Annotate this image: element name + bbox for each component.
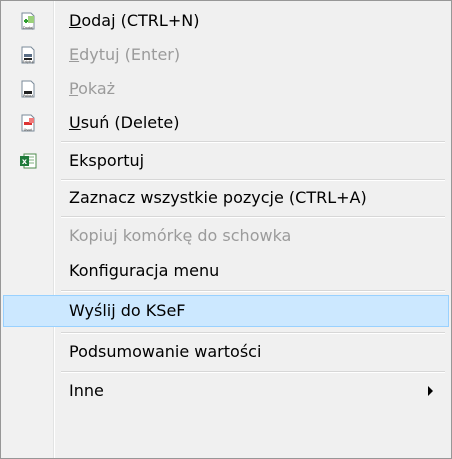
- svg-text:Usuń: Usuń: [24, 128, 33, 132]
- svg-text:Pokaż: Pokaż: [23, 94, 33, 98]
- menu-item-label: Zaznacz wszystkie pozycje (CTRL+A): [69, 188, 367, 207]
- document-edit-icon: Edytuj: [21, 46, 35, 64]
- document-view-icon: Pokaż: [21, 80, 35, 98]
- menu-item-label: Dodaj (CTRL+N): [69, 4, 199, 38]
- context-menu: Dodaj Dodaj (CTRL+N) Edytuj Edytuj (Ente…: [0, 0, 452, 459]
- menu-item-wyslij-do-ksef[interactable]: Wyślij do KSeF: [1, 294, 451, 328]
- label-text: dytuj (Enter): [79, 45, 181, 64]
- menu-item-usun[interactable]: Usuń Usuń (Delete): [1, 106, 451, 140]
- menu-item-eksportuj[interactable]: x Eksportuj: [1, 144, 451, 178]
- svg-text:Dodaj: Dodaj: [23, 26, 33, 30]
- menu-item-label: Edytuj (Enter): [69, 38, 180, 72]
- document-add-icon: Dodaj: [21, 12, 35, 30]
- menu-item-label: Konfiguracja menu: [69, 261, 220, 280]
- menu-item-label: Eksportuj: [69, 151, 145, 170]
- menu-separator: [61, 371, 445, 373]
- label-text: okaż: [78, 79, 116, 98]
- accelerator-key: U: [69, 113, 81, 132]
- menu-item-label: Inne: [69, 381, 104, 400]
- menu-item-zaznacz-wszystkie[interactable]: Zaznacz wszystkie pozycje (CTRL+A): [1, 181, 451, 215]
- menu-item-podsumowanie-wartosci[interactable]: Podsumowanie wartości: [1, 335, 451, 369]
- menu-item-label: Pokaż: [69, 72, 115, 106]
- accelerator-key: P: [69, 79, 79, 98]
- svg-text:x: x: [22, 157, 28, 166]
- menu-item-label: Wyślij do KSeF: [69, 301, 186, 320]
- menu-separator: [61, 332, 445, 334]
- document-delete-icon: Usuń: [21, 114, 35, 132]
- menu-separator: [61, 216, 445, 218]
- excel-export-icon: x: [20, 153, 37, 169]
- menu-item-inne[interactable]: Inne: [1, 374, 451, 408]
- menu-item-dodaj[interactable]: Dodaj Dodaj (CTRL+N): [1, 4, 451, 38]
- svg-text:Edytuj: Edytuj: [22, 60, 33, 64]
- menu-separator: [61, 179, 445, 181]
- chevron-right-icon: [428, 386, 433, 396]
- menu-separator: [61, 141, 445, 143]
- label-text: suń (Delete): [80, 113, 180, 132]
- label-text: odaj (CTRL+N): [81, 11, 200, 30]
- menu-item-pokaz[interactable]: Pokaż Pokaż: [1, 72, 451, 106]
- menu-item-label: Usuń (Delete): [69, 106, 179, 140]
- menu-item-kopiuj-komorke[interactable]: Kopiuj komórkę do schowka: [1, 219, 451, 253]
- accelerator-key: D: [69, 11, 82, 30]
- menu-item-label: Kopiuj komórkę do schowka: [69, 226, 292, 245]
- menu-separator: [61, 290, 445, 292]
- accelerator-key: E: [69, 45, 80, 64]
- menu-item-edytuj[interactable]: Edytuj Edytuj (Enter): [1, 38, 451, 72]
- menu-item-label: Podsumowanie wartości: [69, 342, 262, 361]
- menu-item-konfiguracja-menu[interactable]: Konfiguracja menu: [1, 254, 451, 288]
